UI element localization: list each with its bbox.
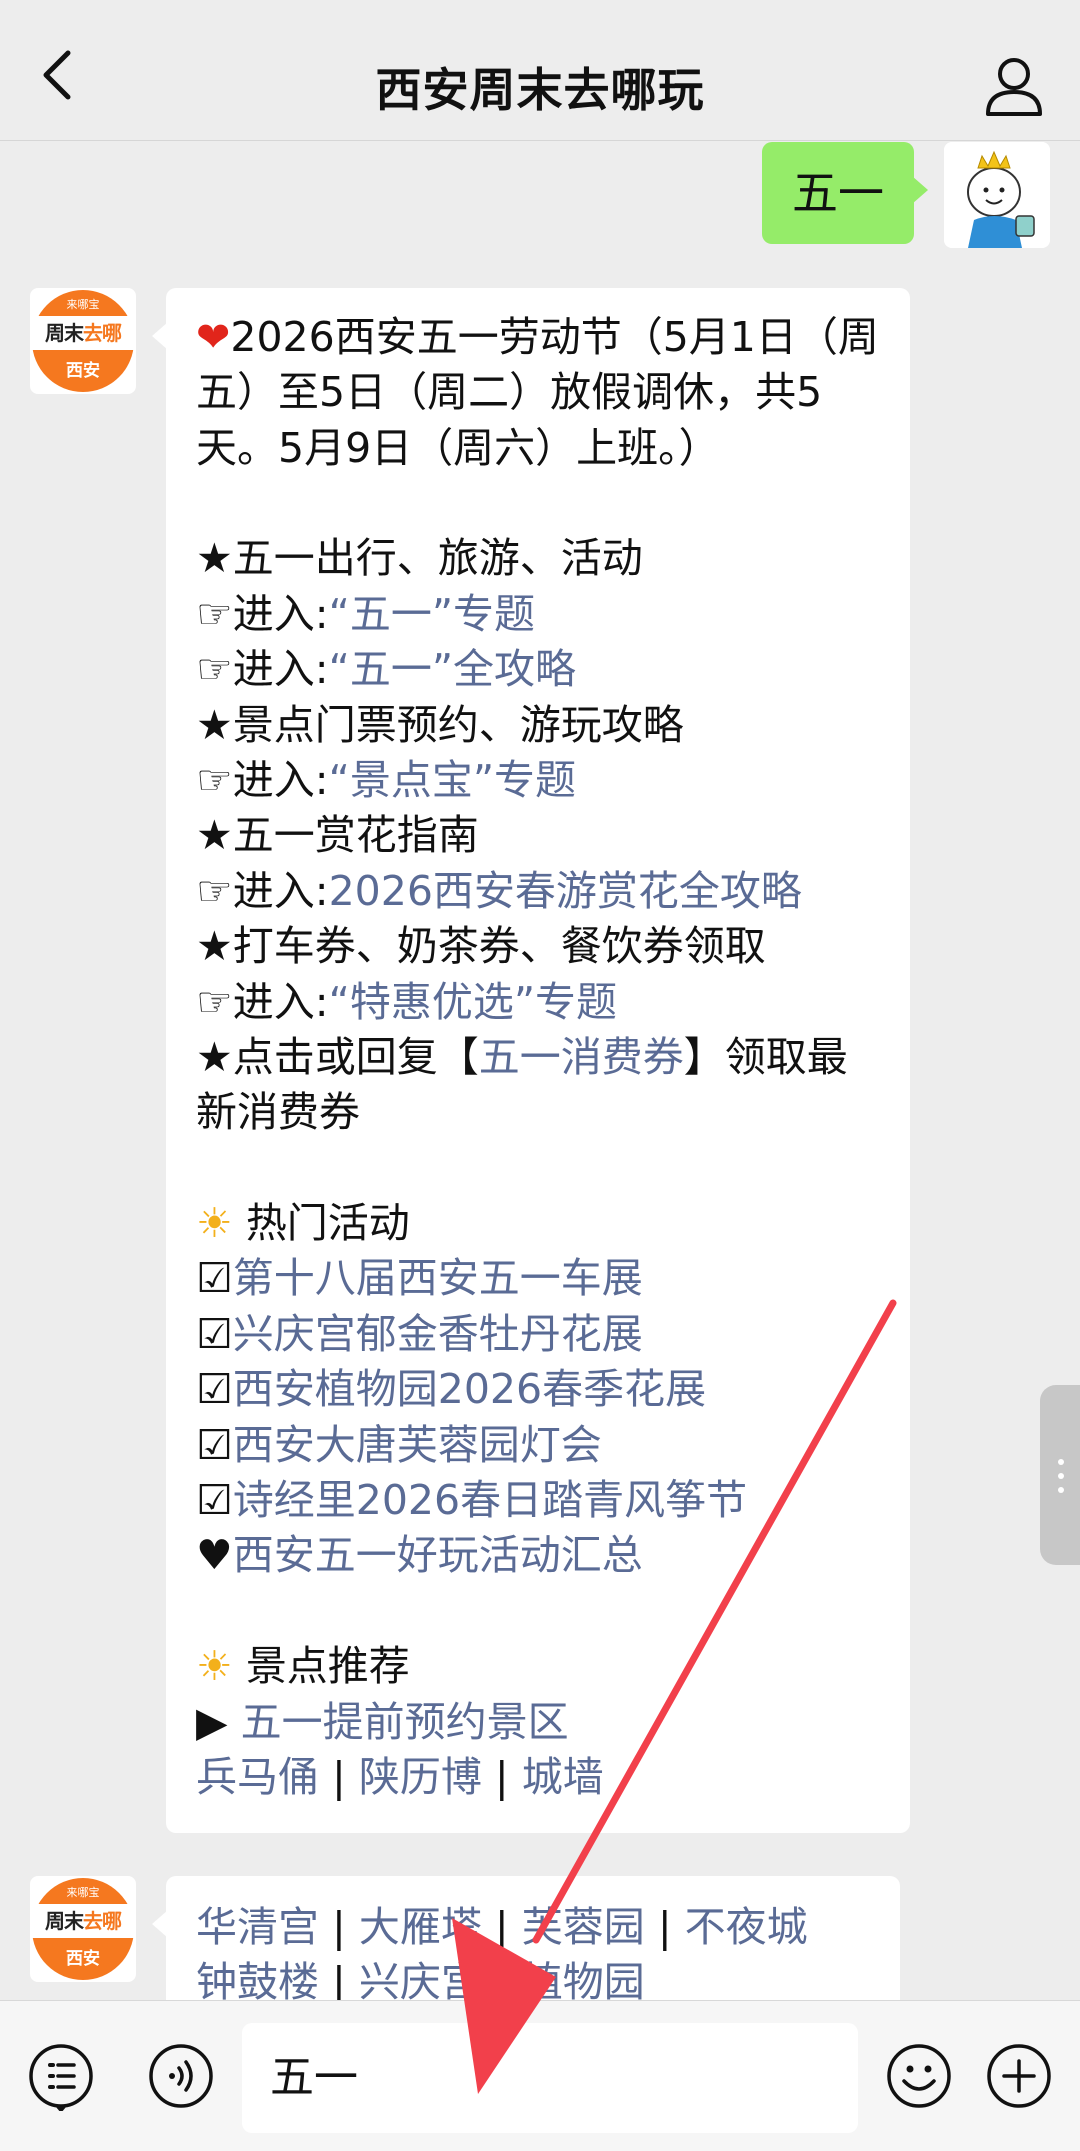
enter-prefix: ☞进入: bbox=[196, 589, 329, 638]
cartoon-avatar-icon bbox=[944, 142, 1050, 248]
star-icon: ★ bbox=[196, 534, 233, 583]
link-line: ☞进入:“景点宝”专题 bbox=[196, 753, 880, 808]
link-tehui-topic[interactable]: “特惠优选”专题 bbox=[329, 978, 617, 1026]
link-hot-item[interactable]: 西安大唐芙蓉园灯会 bbox=[233, 1421, 602, 1469]
spots-row: 兵马俑 | 陕历博 | 城墙 bbox=[196, 1753, 604, 1801]
hot-item: ☑西安大唐芙蓉园灯会 bbox=[196, 1418, 880, 1473]
link-line: ☞进入:“五一”专题 bbox=[196, 587, 880, 642]
logo-top-text: 来哪宝 bbox=[66, 298, 100, 311]
message-input[interactable]: 五一 bbox=[242, 2023, 858, 2133]
black-heart-icon: ♥ bbox=[196, 1531, 233, 1580]
person-icon[interactable] bbox=[982, 54, 1046, 118]
logo-brand-1: 周末 bbox=[45, 1909, 84, 1933]
checkbox-icon: ☑ bbox=[196, 1420, 233, 1469]
link-jingdianbao-topic[interactable]: “景点宝”专题 bbox=[329, 756, 576, 804]
coupon-before: ★点击或回复【 bbox=[196, 1032, 479, 1081]
top-bar: 西安周末去哪玩 bbox=[0, 0, 1080, 141]
star-icon: ★ bbox=[196, 922, 233, 971]
link-line: ☞进入:2026西安春游赏花全攻略 bbox=[196, 864, 880, 919]
spots-title-line: ☀ 景点推荐 bbox=[196, 1639, 880, 1694]
link-coupon[interactable]: 五一消费券 bbox=[479, 1033, 684, 1081]
hot-title-line: ☀ 热门活动 bbox=[196, 1196, 880, 1251]
emoji-icon[interactable] bbox=[884, 2041, 954, 2111]
link-hot-item[interactable]: 西安植物园2026春季花展 bbox=[233, 1365, 706, 1413]
menu-list-icon[interactable] bbox=[26, 2041, 96, 2111]
coupon-line: ★点击或回复【五一消费券】领取最新消费券 bbox=[196, 1030, 880, 1141]
link-spot[interactable]: 华清宫 bbox=[196, 1903, 319, 1951]
link-spot[interactable]: 不夜城 bbox=[685, 1903, 808, 1951]
link-hot-item[interactable]: 第十八届西安五一车展 bbox=[233, 1254, 643, 1302]
checkbox-icon: ☑ bbox=[196, 1476, 233, 1525]
logo-city: 西安 bbox=[66, 361, 100, 381]
section-line: ★五一赏花指南 bbox=[196, 808, 880, 863]
hot-item: ♥西安五一好玩活动汇总 bbox=[196, 1528, 880, 1583]
logo-brand-2: 去哪 bbox=[83, 1909, 122, 1933]
link-hot-item[interactable]: 兴庆宫郁金香牡丹花展 bbox=[233, 1310, 643, 1358]
link-spot[interactable]: 芙蓉园 bbox=[522, 1903, 645, 1951]
checkbox-icon: ☑ bbox=[196, 1309, 233, 1358]
enter-prefix: ☞进入: bbox=[196, 755, 329, 804]
link-spot[interactable]: 兵马俑 bbox=[196, 1753, 319, 1801]
enter-prefix: ☞进入: bbox=[196, 977, 329, 1026]
section-line: ★五一出行、旅游、活动 bbox=[196, 531, 880, 586]
user-message-text: 五一 bbox=[792, 166, 884, 220]
checkbox-icon: ☑ bbox=[196, 1254, 233, 1303]
link-spots-lead[interactable]: 五一提前预约景区 bbox=[241, 1698, 569, 1746]
play-triangle-icon: ▶ bbox=[196, 1697, 228, 1746]
checkbox-icon: ☑ bbox=[196, 1365, 233, 1414]
user-avatar[interactable] bbox=[944, 142, 1050, 248]
bot-avatar[interactable]: 来哪宝 周末去哪 西安 bbox=[30, 1876, 136, 1982]
section-heading: 五一出行、旅游、活动 bbox=[232, 534, 643, 583]
link-wuyi-topic[interactable]: “五一”专题 bbox=[329, 590, 535, 638]
spots-title: 景点推荐 bbox=[245, 1642, 410, 1691]
hot-title: 热门活动 bbox=[245, 1199, 410, 1248]
bot-reply-bubble: ❤2026西安五一劳动节（5月1日（周五）至5日（周二）放假调休，共5天。5月9… bbox=[152, 288, 910, 1833]
hot-item: ☑第十八届西安五一车展 bbox=[196, 1251, 880, 1306]
link-flower-guide[interactable]: 2026西安春游赏花全攻略 bbox=[329, 867, 802, 915]
logo-city: 西安 bbox=[66, 1949, 100, 1969]
spots-lead-line: ▶ 五一提前预约景区 bbox=[196, 1695, 880, 1750]
voice-icon[interactable] bbox=[146, 2041, 216, 2111]
enter-prefix: ☞进入: bbox=[196, 645, 329, 694]
reply-intro-text: 2026西安五一劳动节（5月1日（周五）至5日（周二）放假调休，共5天。5月9日… bbox=[196, 313, 879, 472]
link-line: ☞进入:“特惠优选”专题 bbox=[196, 975, 880, 1030]
plus-icon[interactable] bbox=[984, 2041, 1054, 2111]
floating-side-handle[interactable] bbox=[1040, 1385, 1080, 1565]
user-message-bubble[interactable]: 五一 bbox=[762, 142, 928, 244]
red-heart-icon: ❤ bbox=[196, 313, 231, 361]
sun-icon: ☀ bbox=[196, 1199, 233, 1248]
chat-input-bar: 五一 bbox=[0, 2000, 1080, 2151]
section-heading: 景点门票预约、游玩攻略 bbox=[232, 700, 684, 749]
reply-intro: ❤2026西安五一劳动节（5月1日（周五）至5日（周二）放假调休，共5天。5月9… bbox=[196, 310, 880, 476]
logo-band: 周末去哪 bbox=[30, 1904, 136, 1938]
section-line: ★打车券、奶茶券、餐饮券领取 bbox=[196, 919, 880, 974]
hot-item: ☑兴庆宫郁金香牡丹花展 bbox=[196, 1307, 880, 1362]
enter-prefix: ☞进入: bbox=[196, 866, 329, 915]
logo-band: 周末去哪 bbox=[30, 316, 136, 350]
logo-brand-2: 去哪 bbox=[83, 321, 122, 345]
link-wuyi-guide[interactable]: “五一”全攻略 bbox=[329, 645, 576, 693]
bot-avatar[interactable]: 来哪宝 周末去哪 西安 bbox=[30, 288, 136, 394]
hot-item: ☑西安植物园2026春季花展 bbox=[196, 1362, 880, 1417]
star-icon: ★ bbox=[196, 811, 233, 860]
link-spot[interactable]: 城墙 bbox=[522, 1753, 604, 1801]
sun-icon: ☀ bbox=[196, 1642, 233, 1691]
link-spot[interactable]: 大雁塔 bbox=[359, 1903, 482, 1951]
section-heading: 五一赏花指南 bbox=[232, 811, 479, 860]
star-icon: ★ bbox=[196, 700, 233, 749]
hot-item: ☑诗经里2026春日踏青风筝节 bbox=[196, 1473, 880, 1528]
section-heading: 打车券、奶茶券、餐饮券领取 bbox=[232, 922, 766, 971]
link-hot-item[interactable]: 诗经里2026春日踏青风筝节 bbox=[233, 1476, 747, 1524]
section-line: ★景点门票预约、游玩攻略 bbox=[196, 698, 880, 753]
link-spot[interactable]: 陕历博 bbox=[359, 1753, 482, 1801]
logo-brand-1: 周末 bbox=[45, 321, 84, 345]
message-input-text: 五一 bbox=[270, 2052, 358, 2103]
link-hot-item[interactable]: 西安五一好玩活动汇总 bbox=[233, 1531, 643, 1579]
page-title: 西安周末去哪玩 bbox=[375, 63, 705, 117]
link-line: ☞进入:“五一”全攻略 bbox=[196, 642, 880, 697]
logo-top-text: 来哪宝 bbox=[66, 1886, 100, 1899]
spots-row: 华清宫 | 大雁塔 | 芙蓉园 | 不夜城 bbox=[196, 1903, 808, 1951]
